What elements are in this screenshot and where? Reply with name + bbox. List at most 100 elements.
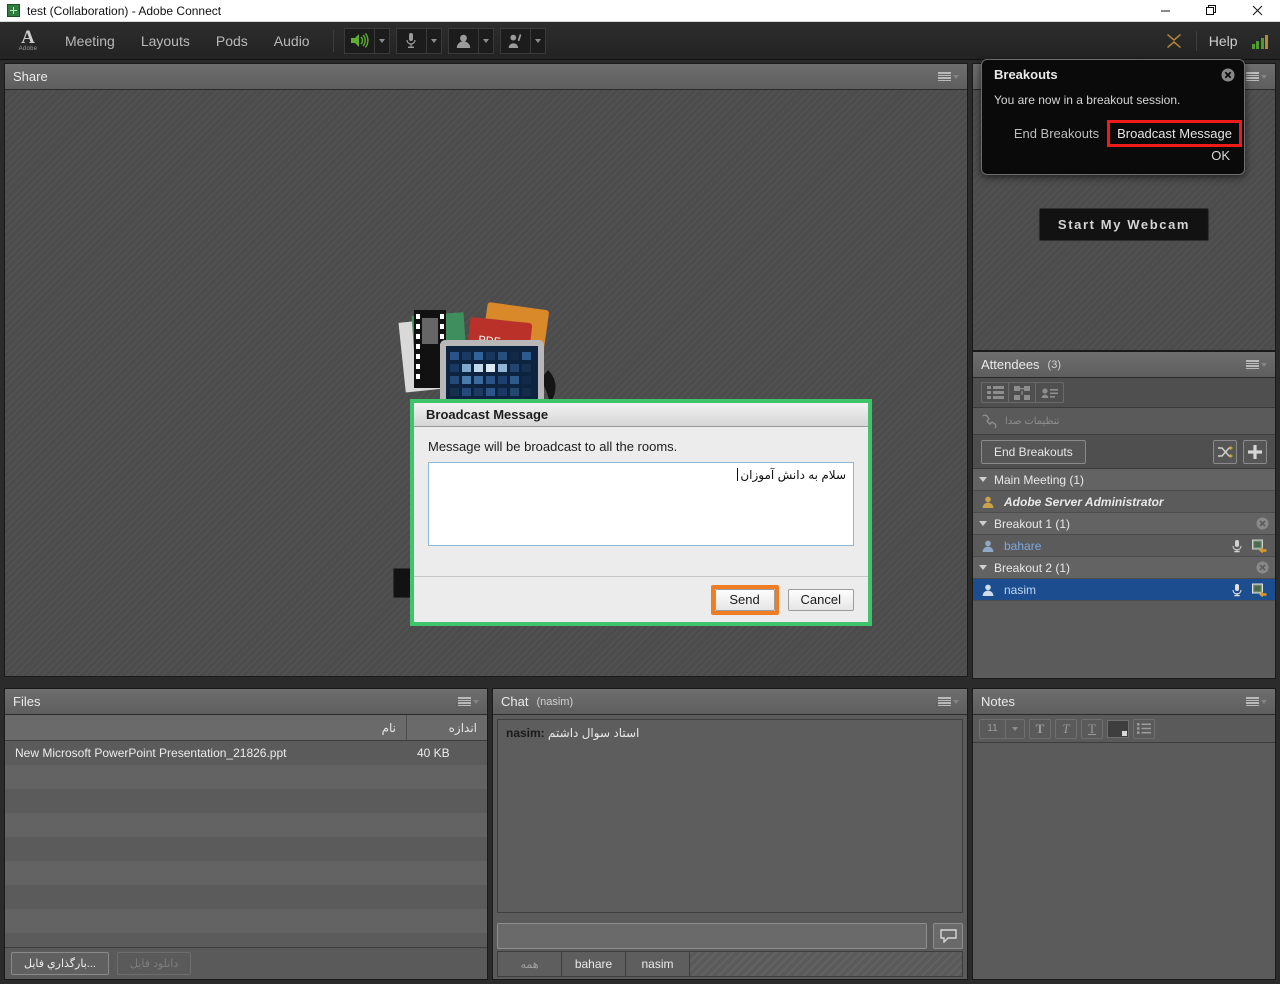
chat-tabs: همه bahare nasim <box>497 951 963 977</box>
menu-audio[interactable]: Audio <box>261 27 323 55</box>
close-room-icon[interactable] <box>1256 561 1269 574</box>
application-menubar: A Adobe Meeting Layouts Pods Audio Help <box>0 22 1280 60</box>
shuffle-rooms-icon <box>1217 445 1233 458</box>
cancel-button[interactable]: Cancel <box>787 588 854 611</box>
attendee-name: Adobe Server Administrator <box>1004 494 1164 509</box>
share-pod-menu-button[interactable] <box>938 72 959 81</box>
font-size-select[interactable]: 11 <box>979 718 1025 739</box>
camera-toggle-button[interactable] <box>447 27 478 54</box>
close-room-icon[interactable] <box>1256 517 1269 530</box>
underline-icon[interactable]: T <box>1081 718 1103 739</box>
speaker-dropdown-button[interactable] <box>373 27 390 54</box>
attendee-group-header[interactable]: Breakout 2 (1) <box>973 557 1275 579</box>
chat-message-log[interactable]: nasim: استاد سوال داشتم <box>497 719 963 913</box>
chat-input[interactable] <box>497 923 927 949</box>
bullet-list-icon[interactable] <box>1133 718 1155 739</box>
end-breakouts-link[interactable]: End Breakouts <box>1008 121 1105 146</box>
attendee-group-header[interactable]: Breakout 1 (1) <box>973 513 1275 535</box>
move-to-room-icon[interactable] <box>1252 583 1267 597</box>
speaker-control-group <box>343 27 390 54</box>
chat-tab-bahare[interactable]: bahare <box>561 951 625 977</box>
table-row-empty <box>5 813 487 837</box>
notes-pod-header: Notes <box>973 689 1275 715</box>
files-pod-header: Files <box>5 689 487 715</box>
menu-layouts[interactable]: Layouts <box>128 27 203 55</box>
attendee-group-header[interactable]: Main Meeting (1) <box>973 469 1275 491</box>
close-button[interactable] <box>1234 0 1280 22</box>
raise-hand-dropdown-button[interactable] <box>529 27 546 54</box>
adobe-logo-icon: A Adobe <box>10 24 46 58</box>
chat-tab-everyone[interactable]: همه <box>497 951 561 977</box>
fullscreen-icon[interactable] <box>1164 31 1184 51</box>
chat-pod: Chat (nasim) nasim: استاد سوال داشتم همه… <box>492 688 968 980</box>
attendees-pod-menu-button[interactable] <box>1246 360 1267 369</box>
bold-icon[interactable]: T <box>1029 718 1051 739</box>
text-color-swatch[interactable] <box>1107 719 1129 738</box>
breakouts-popup-message: You are now in a breakout session. <box>994 93 1181 107</box>
list-view-icon[interactable] <box>982 383 1009 402</box>
raise-hand-button[interactable] <box>499 27 530 54</box>
table-row[interactable]: bahare <box>973 535 1275 557</box>
table-row[interactable]: nasim <box>973 579 1275 601</box>
add-room-button[interactable] <box>1243 439 1267 464</box>
menu-meeting[interactable]: Meeting <box>52 27 128 55</box>
camera-dropdown-button[interactable] <box>477 27 494 54</box>
restore-button[interactable] <box>1188 0 1234 22</box>
breakouts-popup-actions: End Breakouts Broadcast Message <box>982 120 1244 147</box>
shuffle-rooms-button[interactable] <box>1213 439 1237 464</box>
minimize-button[interactable] <box>1142 0 1188 22</box>
connection-strength-icon[interactable] <box>1251 33 1268 49</box>
broadcast-message-input[interactable]: سلام به دانش آموزان <box>428 462 854 546</box>
attendee-row-icons <box>1231 539 1267 553</box>
column-header-name[interactable]: نام <box>5 715 407 740</box>
microphone-icon[interactable] <box>1231 583 1243 597</box>
breakout-view-icon[interactable] <box>1009 383 1036 402</box>
chevron-down-icon <box>1006 720 1024 738</box>
breakouts-popup-ok-button[interactable]: OK <box>1211 148 1230 163</box>
move-to-room-icon[interactable] <box>1252 539 1267 553</box>
card-view-icon[interactable] <box>1036 383 1063 402</box>
chat-pod-subtitle: (nasim) <box>536 695 574 708</box>
close-circle-icon <box>1221 68 1235 82</box>
menu-pods[interactable]: Pods <box>203 27 261 55</box>
hamburger-icon <box>458 697 471 706</box>
attendees-pod-title: Attendees <box>981 357 1040 372</box>
files-pod-body: نام اندازه New Microsoft PowerPoint Pres… <box>5 715 487 979</box>
files-pod: Files نام اندازه New Microsoft PowerPoin… <box>4 688 488 980</box>
attendee-group-label: Breakout 2 (1) <box>994 560 1071 575</box>
video-pod-menu-button[interactable] <box>1246 72 1267 81</box>
upload-file-button[interactable]: ...بارگذاري فایل <box>11 952 109 975</box>
files-pod-title: Files <box>13 694 41 709</box>
attendees-empty-area <box>973 619 1275 678</box>
column-header-size[interactable]: اندازه <box>407 715 487 740</box>
chevron-down-icon <box>1261 362 1267 367</box>
download-file-button: دانلود فایل <box>116 952 192 975</box>
broadcast-message-link[interactable]: Broadcast Message <box>1107 120 1242 147</box>
microphone-dropdown-button[interactable] <box>425 27 442 54</box>
notes-pod-menu-button[interactable] <box>1246 697 1267 706</box>
chevron-down-icon <box>378 38 385 43</box>
table-row[interactable]: New Microsoft PowerPoint Presentation_21… <box>5 741 487 765</box>
table-row[interactable]: Adobe Server Administrator <box>973 491 1275 513</box>
microphone-toggle-button[interactable] <box>395 27 426 54</box>
end-breakouts-button[interactable]: End Breakouts <box>981 439 1086 464</box>
notes-text-area[interactable] <box>973 743 1275 979</box>
files-pod-menu-button[interactable] <box>458 697 479 706</box>
table-row-empty <box>5 789 487 813</box>
breakouts-popup-close-button[interactable] <box>1221 68 1235 82</box>
adobe-connect-window: test (Collaboration) - Adobe Connect A A… <box>0 0 1280 984</box>
chevron-down-icon <box>979 477 987 482</box>
menubar-divider <box>332 29 334 52</box>
start-my-webcam-button[interactable]: Start My Webcam <box>1038 208 1210 241</box>
window-title: test (Collaboration) - Adobe Connect <box>27 3 222 18</box>
microphone-icon[interactable] <box>1231 539 1243 553</box>
send-button[interactable]: Send <box>714 588 775 611</box>
chat-tab-nasim[interactable]: nasim <box>625 951 689 977</box>
chat-pod-menu-button[interactable] <box>938 697 959 706</box>
chat-send-button[interactable] <box>933 923 963 949</box>
list-item: nasim: استاد سوال داشتم <box>506 726 954 740</box>
help-link[interactable]: Help <box>1209 33 1238 49</box>
speaker-toggle-button[interactable] <box>343 27 374 54</box>
attendees-audio-row[interactable]: تنظیمات صدا <box>973 408 1275 435</box>
italic-icon[interactable]: T <box>1055 718 1077 739</box>
